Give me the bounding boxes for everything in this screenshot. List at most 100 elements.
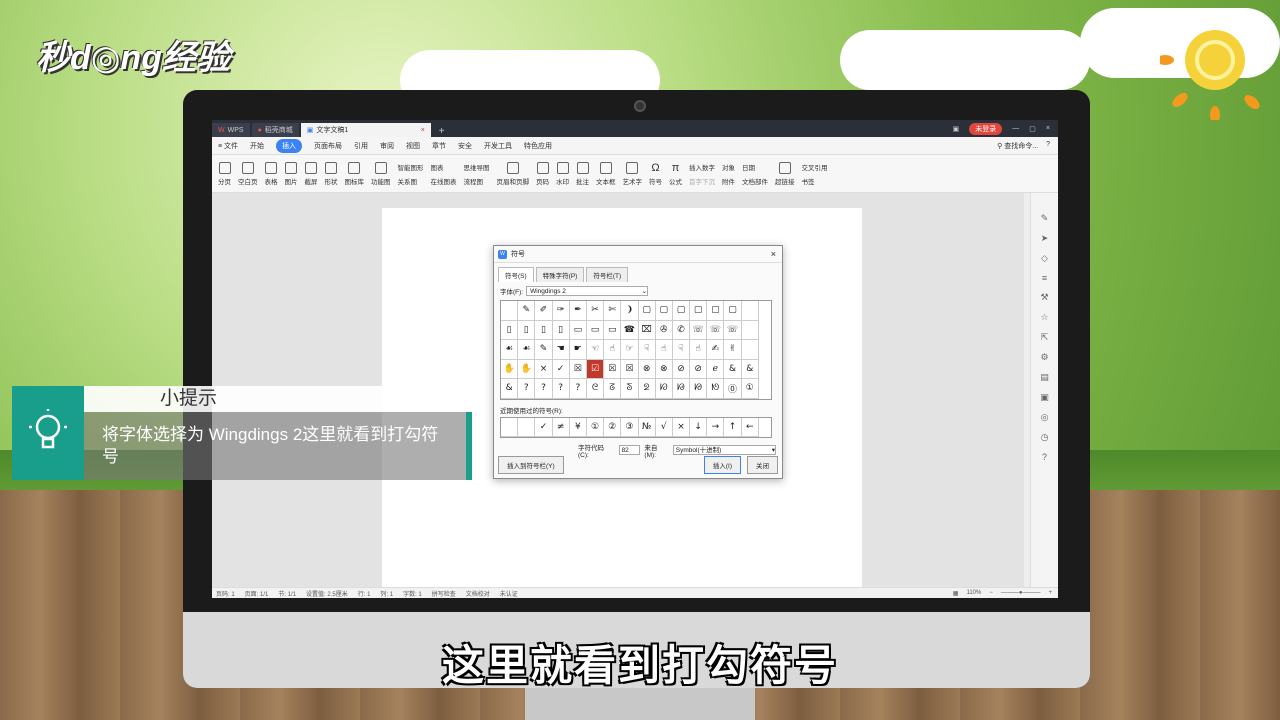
symbol-cell[interactable]: ☜ xyxy=(586,340,605,360)
menu-file[interactable]: ≡ 文件 xyxy=(218,141,238,151)
symbol-cell[interactable]: ᘕ xyxy=(621,379,639,399)
symbol-cell[interactable]: ✓ xyxy=(552,359,570,379)
recent-symbol-cell[interactable]: ③ xyxy=(621,417,639,437)
ribbon-watermark[interactable]: 水印 xyxy=(556,161,569,186)
view-mode-icon[interactable]: ▦ xyxy=(953,590,959,597)
symbol-cell[interactable]: ᘚ xyxy=(707,379,725,399)
symbol-cell[interactable]: ▢ xyxy=(707,301,725,321)
recent-symbol-cell[interactable]: ¥ xyxy=(569,417,587,437)
status-certify[interactable]: 未认证 xyxy=(500,589,518,598)
symbol-cell[interactable]: ᘖ xyxy=(638,379,656,399)
symbol-cell[interactable]: ᘔ xyxy=(604,379,622,399)
status-proofread[interactable]: 文档校对 xyxy=(466,589,490,598)
symbol-cell[interactable]: & xyxy=(741,359,759,379)
symbol-cell[interactable]: ▯ xyxy=(518,320,536,340)
symbol-cell[interactable]: ✑ xyxy=(552,301,570,321)
symbol-cell[interactable]: ⊗ xyxy=(638,359,656,379)
menu-features[interactable]: 特色应用 xyxy=(524,141,552,151)
tab-special-chars[interactable]: 特殊字符(P) xyxy=(535,267,585,282)
recent-symbol-cell[interactable]: ① xyxy=(586,417,605,437)
symbol-cell[interactable]: ☎ xyxy=(621,320,639,340)
symbol-cell[interactable]: ☒ xyxy=(621,359,639,379)
ribbon-icon-library[interactable]: 图标库 xyxy=(345,161,364,186)
symbol-cell[interactable] xyxy=(741,320,759,340)
symbol-cell[interactable]: ✎ xyxy=(535,340,553,360)
close-icon[interactable]: × xyxy=(771,249,776,259)
recent-symbol-cell[interactable]: × xyxy=(672,417,691,437)
recent-symbol-cell[interactable]: ≠ xyxy=(552,417,570,437)
symbol-cell[interactable]: ☒ xyxy=(604,359,622,379)
ribbon-shape[interactable]: 形状 xyxy=(325,161,338,186)
symbol-cell[interactable]: ☒ xyxy=(569,359,587,379)
recent-symbol-cell[interactable]: ✓ xyxy=(535,417,553,437)
symbol-cell[interactable]: ☞ xyxy=(621,340,639,360)
ribbon-picture[interactable]: 图片 xyxy=(285,161,298,186)
recent-symbol-cell[interactable]: № xyxy=(638,417,656,437)
zoom-slider[interactable]: ———●——— xyxy=(1001,590,1041,597)
recent-symbol-cell[interactable]: ↑ xyxy=(724,417,742,437)
ribbon-page-break[interactable]: 分页 xyxy=(218,161,231,186)
ribbon-mindmap[interactable]: 思维导图 xyxy=(464,162,490,172)
menu-developer[interactable]: 开发工具 xyxy=(484,141,512,151)
history-icon[interactable]: ◷ xyxy=(1041,432,1049,443)
symbol-cell[interactable]: ᘘ xyxy=(672,379,691,399)
tab-document[interactable]: ▣ 文字文稿1 × xyxy=(300,123,431,137)
symbol-cell[interactable] xyxy=(741,340,759,360)
status-spellcheck[interactable]: 拼写检查 xyxy=(432,589,456,598)
ribbon-function-chart[interactable]: 功能图 xyxy=(371,161,391,186)
zoom-out-icon[interactable]: − xyxy=(989,590,993,597)
ribbon-blank-page[interactable]: 空白页 xyxy=(238,161,258,186)
symbol-cell[interactable]: ᘗ xyxy=(655,379,673,399)
recent-symbol-cell[interactable] xyxy=(518,417,536,437)
symbol-cell[interactable]: ☝ xyxy=(655,340,673,360)
tab-store[interactable]: ● 稻壳商城 xyxy=(251,123,299,137)
ribbon-bookmark[interactable]: 书签 xyxy=(802,176,828,186)
symbol-cell[interactable]: ? xyxy=(552,379,570,399)
symbol-cell[interactable]: ✇ xyxy=(655,320,673,340)
symbol-cell[interactable]: ☚ xyxy=(552,340,570,360)
symbol-cell[interactable]: ☏ xyxy=(690,320,708,340)
menu-insert[interactable]: 插入 xyxy=(276,138,303,153)
symbol-cell[interactable]: ⊘ xyxy=(690,359,708,379)
help-icon[interactable]: ? xyxy=(1046,141,1050,151)
symbol-cell[interactable]: ✆ xyxy=(672,320,691,340)
symbol-cell[interactable]: ☙ xyxy=(501,340,519,360)
close-button[interactable]: 关闭 xyxy=(747,456,778,474)
symbol-cell[interactable]: ☝ xyxy=(690,340,708,360)
tab-symbol[interactable]: 符号(S) xyxy=(498,267,534,282)
ribbon-screenshot[interactable]: 截屏 xyxy=(305,161,318,186)
ribbon-online-chart[interactable]: 在线图表 xyxy=(431,176,457,186)
pen-icon[interactable]: ✎ xyxy=(1041,213,1049,224)
symbol-cell[interactable]: ⓪ xyxy=(724,379,742,399)
layers-icon[interactable]: ▤ xyxy=(1040,372,1049,383)
ribbon-cross-reference[interactable]: 交叉引用 xyxy=(802,162,828,172)
minimize-icon[interactable]: — xyxy=(1012,125,1019,132)
recent-symbol-cell[interactable]: √ xyxy=(655,417,673,437)
symbol-cell[interactable]: ▭ xyxy=(586,320,605,340)
menu-security[interactable]: 安全 xyxy=(458,141,472,151)
symbol-cell[interactable]: ✒ xyxy=(569,301,587,321)
shape-icon[interactable]: ◇ xyxy=(1041,253,1048,264)
selected-symbol-cell[interactable]: ☑ xyxy=(586,359,605,379)
help-icon[interactable]: ? xyxy=(1042,452,1047,462)
ribbon-header-footer[interactable]: 页眉和页脚 xyxy=(497,161,529,186)
symbol-cell[interactable]: ᘙ xyxy=(690,379,708,399)
symbol-cell[interactable]: ? xyxy=(569,379,587,399)
image-icon[interactable]: ▣ xyxy=(1040,392,1049,403)
symbol-cell[interactable]: ⌧ xyxy=(638,320,656,340)
symbol-cell[interactable]: ☏ xyxy=(707,320,725,340)
symbol-cell[interactable]: ▭ xyxy=(569,320,587,340)
share-icon[interactable]: ⇱ xyxy=(1041,332,1049,343)
tab-symbol-bar[interactable]: 符号栏(T) xyxy=(586,267,629,282)
symbol-cell[interactable]: ✄ xyxy=(604,301,622,321)
ribbon-relation[interactable]: 关系图 xyxy=(398,176,424,186)
symbol-cell[interactable]: ✌ xyxy=(724,340,742,360)
symbol-cell[interactable] xyxy=(741,301,759,321)
symbol-cell[interactable]: ☏ xyxy=(724,320,742,340)
ribbon-drop-cap[interactable]: 首字下沉 xyxy=(689,176,715,186)
font-select[interactable]: Wingdings 2 ⌄ xyxy=(526,286,649,296)
recent-symbol-cell[interactable]: ↓ xyxy=(690,417,708,437)
ribbon-hyperlink[interactable]: 超链接 xyxy=(775,161,795,186)
symbol-cell[interactable]: ✋ xyxy=(501,359,519,379)
settings-icon[interactable]: ⚙ xyxy=(1040,352,1048,363)
